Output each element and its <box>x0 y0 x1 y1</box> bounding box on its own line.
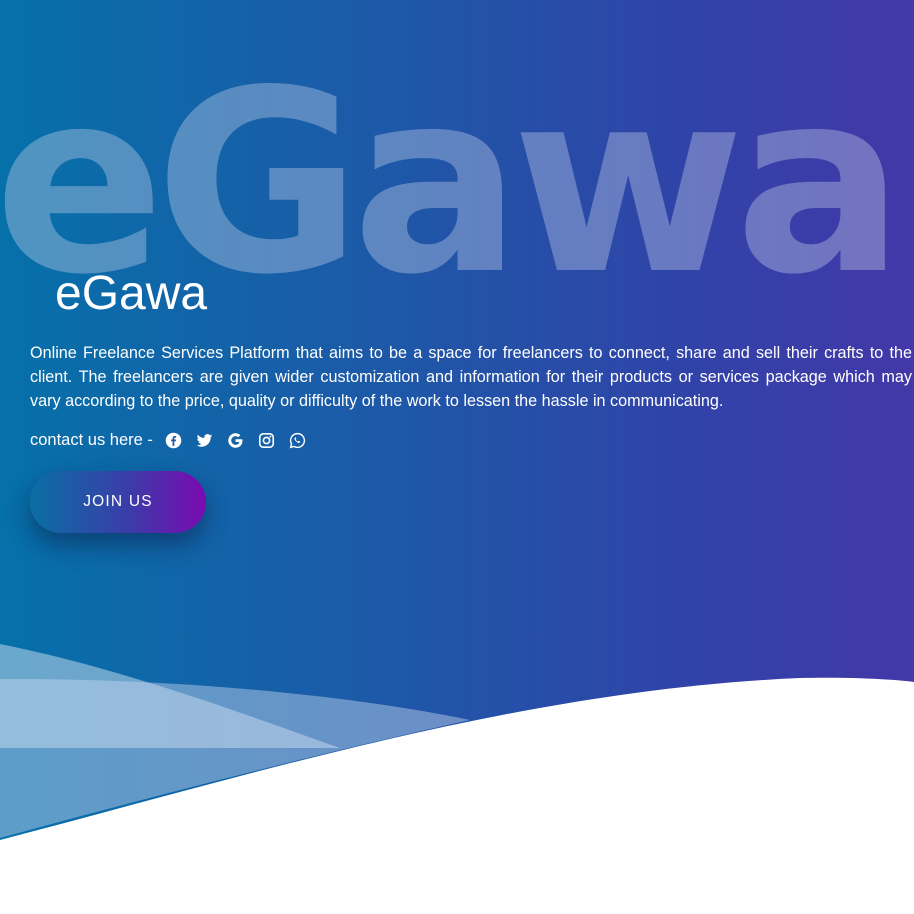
facebook-icon[interactable] <box>165 432 182 449</box>
social-links <box>165 432 320 449</box>
brand-title: eGawa <box>55 267 208 320</box>
contact-label: contact us here - <box>30 431 153 449</box>
hero-section: eGawa eGawa Online Freelance Services Pl… <box>0 0 914 914</box>
contact-row: contact us here - <box>30 431 320 450</box>
wave-decoration <box>0 644 914 914</box>
google-icon[interactable] <box>227 432 244 449</box>
whatsapp-icon[interactable] <box>289 432 306 449</box>
instagram-icon[interactable] <box>258 432 275 449</box>
join-us-button[interactable]: JOIN US <box>30 471 206 533</box>
twitter-icon[interactable] <box>196 432 213 449</box>
platform-description: Online Freelance Services Platform that … <box>30 344 912 410</box>
